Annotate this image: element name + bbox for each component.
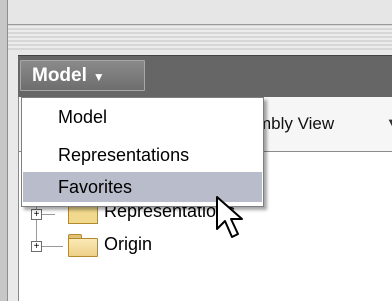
menu-item-representations[interactable]: Representations <box>23 140 262 170</box>
model-dropdown-label: Model <box>32 64 87 86</box>
expand-plus-icon[interactable]: + <box>31 209 42 220</box>
top-toolbar-area <box>0 0 392 24</box>
panel-gripper[interactable] <box>0 24 392 50</box>
chevron-down-icon[interactable]: ▼ <box>386 115 392 130</box>
arrow-cursor-icon <box>216 196 243 238</box>
assembly-view-label[interactable]: mbly View <box>257 114 334 134</box>
chevron-down-icon: ▼ <box>92 69 105 84</box>
menu-item-model[interactable]: Model <box>23 102 262 132</box>
browser-header-bar: Model ▼ <box>18 55 392 98</box>
folder-icon <box>68 234 98 257</box>
tree-item-label: Origin <box>104 234 153 254</box>
menu-item-label: Favorites <box>58 176 133 197</box>
menu-item-label: Model <box>58 106 108 127</box>
left-window-edge <box>0 0 8 301</box>
model-dropdown-menu: Model Representations Favorites <box>21 97 264 207</box>
tree-connector <box>41 214 55 215</box>
model-dropdown-button[interactable]: Model ▼ <box>20 60 145 91</box>
tree-connector <box>41 246 63 247</box>
menu-item-label: Representations <box>58 144 190 165</box>
tree-item-origin[interactable]: Origin <box>104 234 152 260</box>
expand-plus-icon[interactable]: + <box>31 241 42 252</box>
